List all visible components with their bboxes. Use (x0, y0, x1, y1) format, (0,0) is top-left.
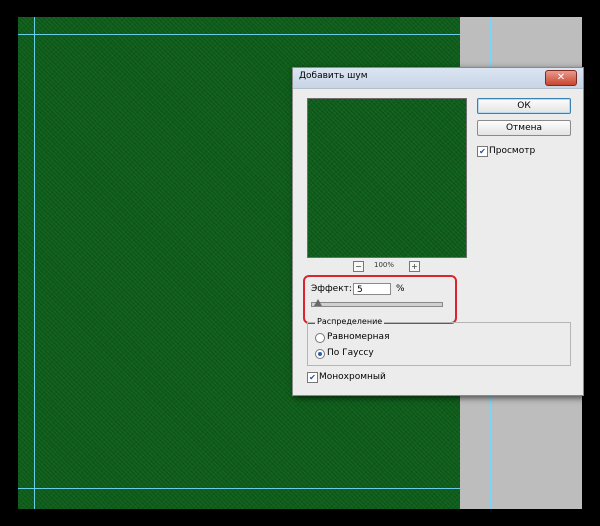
checkmark-icon: ✔ (309, 373, 316, 382)
dialog-title: Добавить шум (299, 71, 368, 81)
preview-label: Просмотр (489, 146, 536, 156)
effect-unit: % (396, 284, 405, 294)
close-icon: ✕ (556, 72, 566, 83)
guide-horizontal-top-right[interactable] (508, 35, 582, 36)
preview-checkbox[interactable]: ✔ (477, 146, 488, 157)
zoom-out-button[interactable]: − (353, 261, 364, 272)
minus-icon: − (355, 262, 362, 271)
distribution-group (307, 322, 571, 366)
monochrome-label: Монохромный (319, 372, 386, 382)
zoom-level: 100% (374, 261, 395, 269)
close-button[interactable]: ✕ (545, 70, 577, 86)
guide-horizontal-top[interactable] (18, 34, 460, 35)
zoom-in-button[interactable]: + (409, 261, 420, 272)
effect-slider-thumb[interactable] (313, 299, 322, 306)
guide-vertical-left[interactable] (34, 17, 35, 509)
zoom-controls: − 100% + (353, 261, 433, 272)
effect-label: Эффект: (311, 284, 352, 294)
dialog-titlebar[interactable]: Добавить шум ✕ (293, 68, 583, 89)
effect-slider[interactable] (311, 302, 443, 307)
radio-gaussian-label: По Гауссу (327, 348, 374, 358)
preview-pane[interactable] (307, 98, 467, 258)
cancel-button[interactable]: Отмена (477, 120, 571, 136)
radio-uniform[interactable] (315, 333, 325, 343)
checkmark-icon: ✔ (479, 147, 486, 156)
radio-gaussian[interactable] (315, 349, 325, 359)
radio-uniform-label: Равномерная (327, 332, 390, 342)
effect-amount-input[interactable]: 5 (353, 283, 391, 295)
guide-horizontal-bottom[interactable] (18, 488, 460, 489)
add-noise-dialog: Добавить шум ✕ − 100% + ОК Отмена ✔ Прос… (292, 67, 584, 396)
monochrome-checkbox[interactable]: ✔ (307, 372, 318, 383)
distribution-title: Распределение (315, 317, 385, 326)
plus-icon: + (411, 262, 418, 271)
ok-button[interactable]: ОК (477, 98, 571, 114)
